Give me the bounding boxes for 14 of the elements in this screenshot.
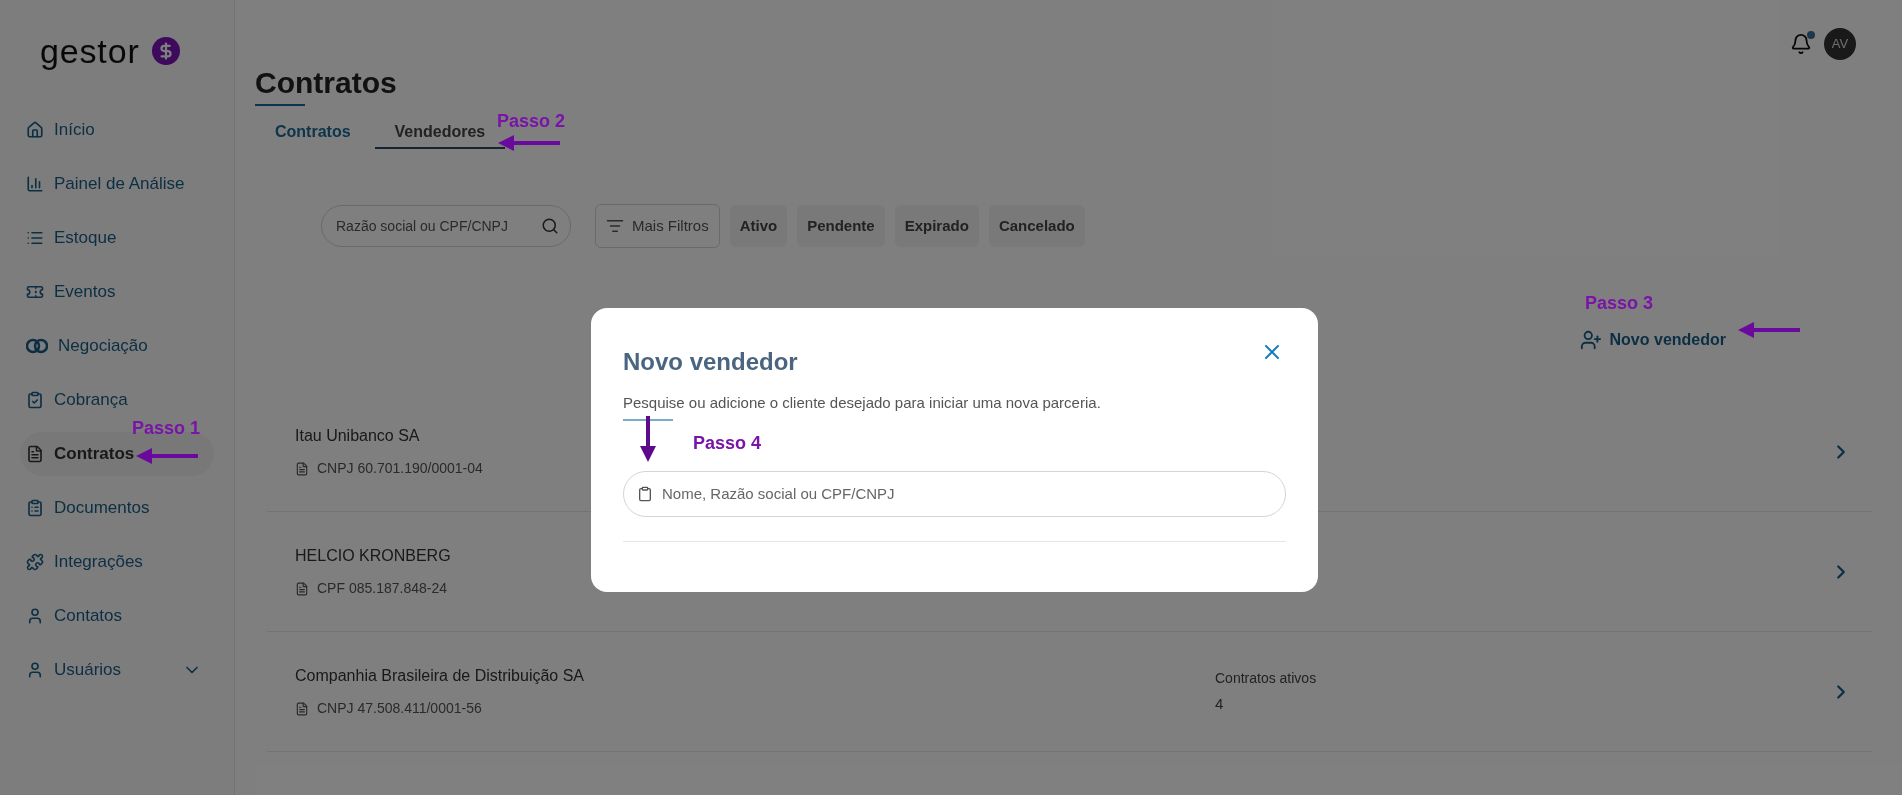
seller-document: CNPJ 47.508.411/0001-56 <box>317 699 482 718</box>
modal-title: Novo vendedor <box>623 347 798 377</box>
modal-description: Pesquise ou adicione o cliente desejado para iniciar uma nova parceria. <box>623 393 1102 413</box>
seller-name: Companhia Brasileira de Distribuição SA <box>295 666 585 686</box>
logo-text: gestor <box>40 30 140 72</box>
step-label: Passo 4 <box>693 432 762 455</box>
seller-name: HELCIO KRONBERG <box>295 546 451 566</box>
seller-name: Itau Unibanco SA <box>295 426 420 446</box>
step-label: Passo 3 <box>1585 292 1654 315</box>
stat-label: Contratos ativos <box>1215 668 1318 688</box>
seller-document: CNPJ 60.701.190/0001-04 <box>317 459 483 478</box>
page-title: Contratos <box>255 65 397 101</box>
seller-document: CPF 085.187.848-24 <box>317 579 447 598</box>
stat-value: 4 <box>1215 693 1225 714</box>
